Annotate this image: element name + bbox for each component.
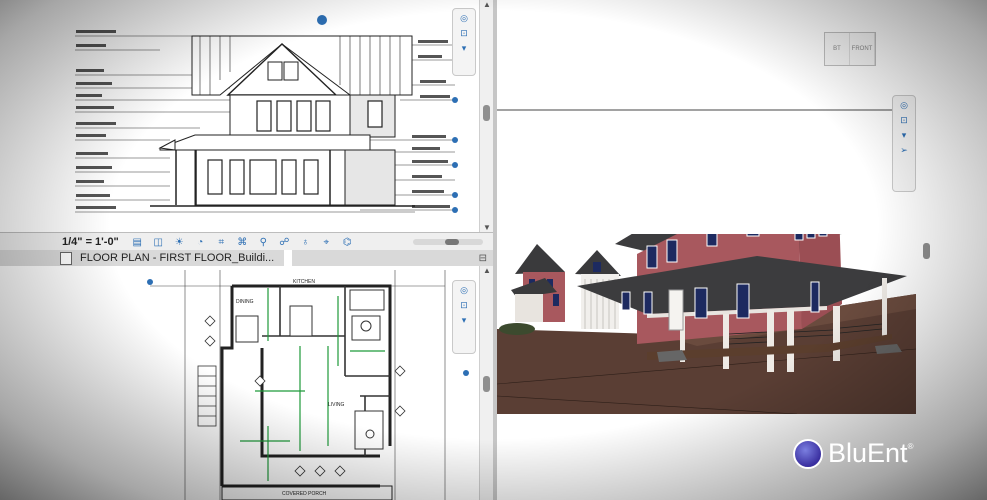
- zoom-region-icon[interactable]: ⊡: [460, 28, 468, 39]
- plan-nav-bar[interactable]: ◎ ⊡ ▾: [452, 280, 476, 354]
- plan-scrollbar[interactable]: ▲: [479, 266, 493, 500]
- lock-view-icon[interactable]: ⚲: [257, 237, 270, 248]
- tab-edge: [284, 250, 293, 266]
- plan-scroll-thumb[interactable]: [483, 376, 490, 392]
- scroll-down-arrow[interactable]: ▼: [483, 223, 491, 232]
- bluent-logo: BluEnt ®: [793, 438, 913, 469]
- 3d-render: [496, 134, 917, 415]
- visual-style-icon[interactable]: ◫: [152, 237, 165, 248]
- floor-plan-icon: [60, 251, 72, 265]
- elevation-scrollbar[interactable]: ▲ ▼: [479, 0, 493, 232]
- plan-nav-expand-icon[interactable]: ▾: [462, 315, 467, 326]
- scroll-thumb[interactable]: [483, 105, 490, 121]
- analytical-model-icon[interactable]: ⌬: [341, 237, 354, 248]
- shadows-icon[interactable]: ◔: [194, 237, 207, 248]
- elevation-drawing: [75, 15, 458, 213]
- fly-icon[interactable]: ➢: [900, 145, 908, 156]
- 3d-zoom-icon[interactable]: ⊡: [900, 115, 908, 126]
- view-scale-label[interactable]: 1/4" = 1'-0": [0, 236, 127, 248]
- house-render: [496, 134, 917, 415]
- worksharing-icon[interactable]: ⌖: [320, 237, 333, 248]
- plan-scroll-up-arrow[interactable]: ▲: [483, 266, 491, 275]
- view-control-bar: 1/4" = 1'-0" ▤ ◫ ☀ ◔ ⌗ ⌘ ⚲ ☍ ♁ ⌖ ⌬: [0, 232, 493, 252]
- plan-view-tab[interactable]: FLOOR PLAN - FIRST FLOOR_Buildi... ⊟: [0, 250, 493, 267]
- logo-registered-mark: ®: [907, 442, 914, 451]
- room-label-dining: DINING: [236, 299, 254, 305]
- scroll-up-arrow[interactable]: ▲: [483, 0, 491, 9]
- 3d-steering-wheel-icon[interactable]: ◎: [900, 100, 908, 111]
- plan-steering-wheel-icon[interactable]: ◎: [460, 285, 468, 296]
- globe-logo-icon: [793, 438, 823, 469]
- steering-wheel-icon[interactable]: ◎: [460, 13, 468, 24]
- 3d-nav-bar[interactable]: ◎ ⊡ ▾ ➢: [892, 95, 916, 192]
- reveal-hidden-icon[interactable]: ♁: [299, 237, 312, 248]
- 3d-scrollbar[interactable]: [920, 0, 934, 500]
- 3d-view[interactable]: BT FRONT ◎ ⊡ ▾ ➢: [496, 0, 987, 500]
- floor-plan-view[interactable]: KITCHEN DINING LIVING COVERED PORCH ▲ ◎ …: [0, 266, 493, 500]
- logo-brand-text: BluEnt: [828, 438, 908, 468]
- show-crop-icon[interactable]: ⌘: [236, 237, 249, 248]
- temporary-hide-icon[interactable]: ☍: [278, 237, 291, 248]
- plan-tab-title[interactable]: FLOOR PLAN - FIRST FLOOR_Buildi...: [80, 252, 274, 264]
- horizontal-scroll-thumb[interactable]: [445, 239, 459, 245]
- elevation-nav-bar[interactable]: ◎ ⊡ ▾: [452, 8, 476, 76]
- room-label-porch: COVERED PORCH: [282, 491, 327, 497]
- crop-view-icon[interactable]: ⌗: [215, 237, 228, 248]
- viewcube[interactable]: BT FRONT: [824, 32, 876, 66]
- sun-path-icon[interactable]: ☀: [173, 237, 186, 248]
- floor-plan-drawing: KITCHEN DINING LIVING COVERED PORCH: [147, 270, 469, 500]
- 3d-nav-expand-icon[interactable]: ▾: [902, 130, 907, 141]
- viewcube-face-front[interactable]: FRONT: [850, 33, 875, 65]
- plan-zoom-region-icon[interactable]: ⊡: [460, 300, 468, 311]
- nav-expand-icon[interactable]: ▾: [462, 43, 467, 54]
- horizontal-scrollbar[interactable]: [413, 239, 483, 245]
- elevation-view[interactable]: ▲ ▼ ◎ ⊡ ▾: [0, 0, 493, 232]
- 3d-scroll-thumb[interactable]: [923, 243, 930, 259]
- room-label-living: LIVING: [328, 402, 345, 408]
- room-label-kitchen: KITCHEN: [293, 279, 315, 285]
- window-controls-icon[interactable]: ⊟: [479, 253, 493, 264]
- detail-level-icon[interactable]: ▤: [131, 237, 144, 248]
- viewcube-face-top[interactable]: BT: [825, 33, 850, 65]
